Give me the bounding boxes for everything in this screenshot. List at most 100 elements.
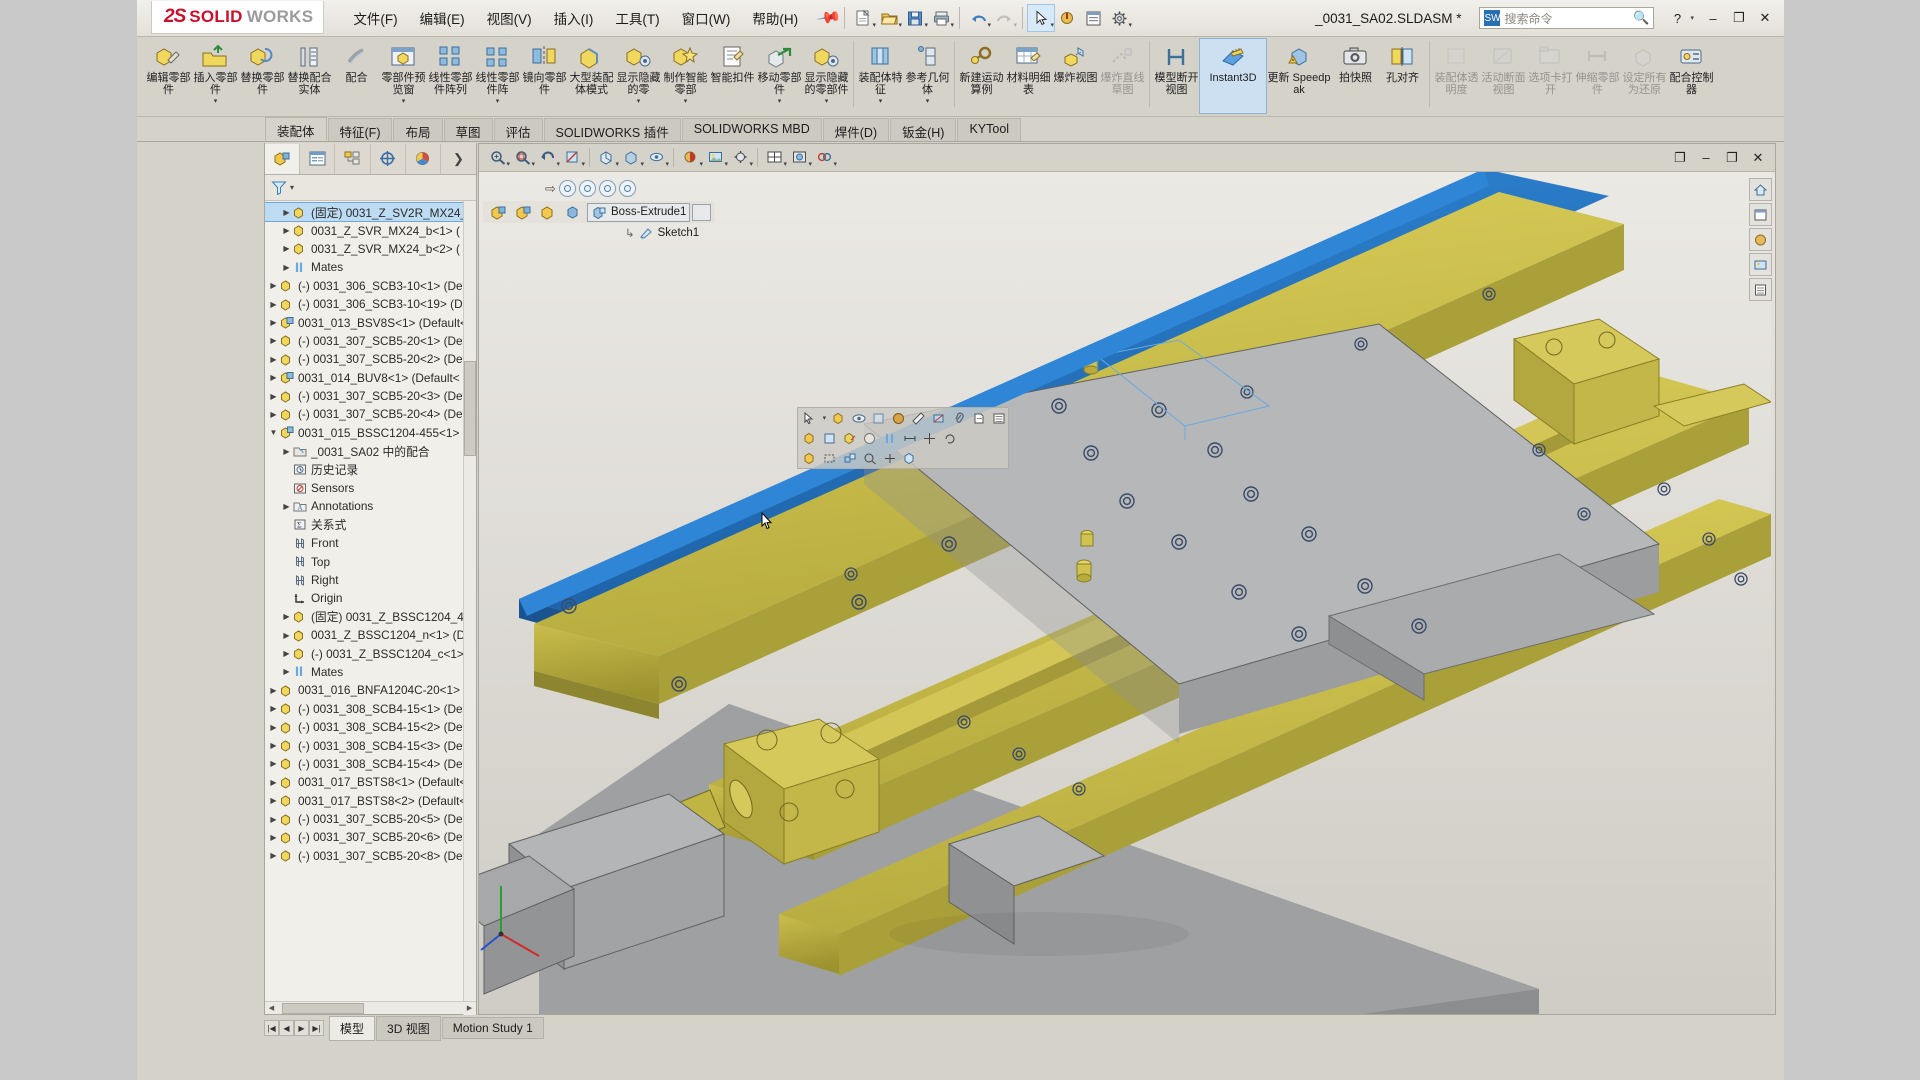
mate-button[interactable]: 配合 [333, 39, 380, 113]
menu-edit[interactable]: 编辑(E) [409, 4, 476, 32]
breadcrumb-sketch-row[interactable]: ↳ Sketch1 [625, 226, 699, 240]
chevron-right-icon[interactable]: ▶ [281, 226, 292, 235]
edit-component-button[interactable]: 编辑零部件 [145, 39, 192, 113]
dimension-icon[interactable] [900, 429, 919, 447]
chevron-right-icon[interactable]: ▶ [268, 723, 279, 732]
chevron-down-icon[interactable]: ▾ [926, 97, 930, 105]
list-icon[interactable] [989, 409, 1008, 427]
restore-down-button[interactable]: ❐ [1667, 147, 1693, 169]
tree-vertical-scrollbar[interactable] [463, 201, 476, 1015]
feature-tree[interactable]: ▶ (固定) 0031_Z_SV2R_MX24_ ▶ 0031_Z_SVR_MX24_… [265, 201, 476, 1014]
bc-component[interactable] [537, 204, 560, 221]
chevron-right-icon[interactable]: ▶ [268, 281, 279, 290]
redo-button[interactable]: ▾ [991, 5, 1017, 31]
options-button[interactable]: ▾ [1106, 5, 1132, 31]
menu-tools[interactable]: 工具(T) [604, 4, 670, 32]
zoom-to-fit-icon[interactable] [860, 449, 879, 467]
tree-item[interactable]: ▶ 0031_017_BSTS8<2> (Default< [265, 792, 476, 810]
print-button[interactable]: ▾ [928, 5, 954, 31]
context-toolbar[interactable]: ▾ [797, 407, 1009, 469]
chevron-down-icon[interactable]: ▾ [290, 183, 294, 192]
chevron-right-icon[interactable]: ▶ [268, 796, 279, 805]
dimxpert-manager-tab[interactable] [371, 143, 406, 174]
info-icon[interactable] [880, 449, 899, 467]
view-settings-button[interactable]: ▾ [728, 146, 753, 170]
chevron-down-icon[interactable]: ▼ [268, 428, 279, 437]
undo-button[interactable]: ▾ [965, 5, 991, 31]
hole-alignment-button[interactable]: 孔对齐 [1379, 39, 1426, 113]
command-tab-2[interactable]: 布局 [393, 118, 443, 141]
tree-item[interactable]: Sensors [265, 479, 476, 497]
configuration-manager-tab[interactable] [335, 143, 371, 174]
chevron-down-icon[interactable]: ▾ [496, 97, 500, 105]
mate-icon[interactable] [880, 429, 899, 447]
tree-item[interactable]: Σ 关系式 [265, 516, 476, 534]
tree-item[interactable]: ▶ (-) 0031_307_SCB5-20<8> (Def [265, 847, 476, 865]
tree-item[interactable]: Right [265, 571, 476, 589]
display-options-button[interactable] [1080, 5, 1106, 31]
chevron-right-icon[interactable]: ▶ [268, 741, 279, 750]
menu-file[interactable]: 文件(F) [342, 4, 408, 32]
show-hidden-components-button[interactable]: 显示隐藏的零 ▾ [615, 39, 662, 113]
tree-item[interactable]: ▶ (-) 0031_307_SCB5-20<3> (Def [265, 387, 476, 405]
panel-expand-button[interactable]: ❯ [441, 144, 476, 174]
component-props-icon[interactable] [800, 429, 819, 447]
open-part-icon[interactable] [820, 429, 839, 447]
component-preview-button[interactable]: 零部件预览窗 ▾ [380, 39, 427, 113]
scroll-right-arrow[interactable]: ▶ [463, 1002, 476, 1014]
section-icon[interactable] [929, 409, 948, 427]
bill-of-materials-button[interactable]: 材料明细表 [1005, 39, 1052, 113]
zoom-to-fit-button[interactable]: ▾ [485, 146, 510, 170]
bc-body[interactable] [562, 204, 585, 221]
tree-item[interactable]: ▶ (-) 0031_308_SCB4-15<3> (Def [265, 736, 476, 754]
move-component-button[interactable]: 移动零部件 ▾ [756, 39, 803, 113]
menu-view[interactable]: 视图(V) [476, 4, 543, 32]
tree-item[interactable]: ▶ 0031_Z_SVR_MX24_b<1> ( [265, 221, 476, 239]
coincident-mate-icon[interactable] [578, 180, 596, 197]
tree-item[interactable]: ▶ (-) 0031_306_SCB3-10<19> (De [265, 295, 476, 313]
menu-insert[interactable]: 插入(I) [543, 4, 605, 32]
properties-icon[interactable] [969, 409, 988, 427]
view-home-icon[interactable] [1749, 178, 1772, 201]
chevron-right-icon[interactable]: ▶ [268, 815, 279, 824]
fix-icon[interactable] [800, 449, 819, 467]
minimize-button[interactable]: – [1693, 147, 1719, 169]
tree-item[interactable]: ▶ 0031_017_BSTS8<1> (Default< [265, 773, 476, 791]
select-button[interactable]: ▾ [1027, 4, 1056, 32]
next-tab-button[interactable]: ▶ [294, 1020, 309, 1036]
large-assembly-mode-button[interactable]: 大型装配体模式 [568, 39, 615, 113]
tree-item[interactable]: ▶ (-) 0031_308_SCB4-15<4> (Def [265, 755, 476, 773]
first-tab-button[interactable]: |◀ [264, 1020, 279, 1036]
exploded-view-button[interactable]: 爆炸视图 [1052, 39, 1099, 113]
tree-hscroll-thumb[interactable] [282, 1002, 364, 1014]
chevron-right-icon[interactable]: ▶ [268, 392, 279, 401]
chevron-right-icon[interactable]: ▶ [268, 318, 279, 327]
chevron-right-icon[interactable]: ▶ [268, 373, 279, 382]
minimize-button[interactable]: – [1700, 7, 1726, 29]
chevron-right-icon[interactable]: ▶ [268, 410, 279, 419]
scroll-left-arrow[interactable]: ◀ [265, 1002, 278, 1014]
close-button[interactable]: ✕ [1752, 7, 1778, 29]
chevron-right-icon[interactable]: ▶ [268, 833, 279, 842]
tree-item[interactable]: Origin [265, 589, 476, 607]
tree-item[interactable]: ▶ (-) 0031_307_SCB5-20<6> (Def [265, 828, 476, 846]
chevron-right-icon[interactable]: ▶ [268, 759, 279, 768]
tree-item[interactable]: ▶ (-) 0031_306_SCB3-10<1> (Def [265, 277, 476, 295]
maximize-button[interactable]: ❐ [1719, 147, 1745, 169]
tree-item[interactable]: ▶ (-) 0031_307_SCB5-20<1> (Def [265, 332, 476, 350]
reference-geometry-button[interactable]: 参考几何体 ▾ [904, 39, 951, 113]
tree-item[interactable]: ▶ 0031_Z_SVR_MX24_b<2> ( [265, 240, 476, 258]
tree-item[interactable]: ▶ A Annotations [265, 497, 476, 515]
bc-feature[interactable]: Boss-Extrude1 [587, 202, 691, 222]
view-orientation-button[interactable]: ▾ [594, 146, 619, 170]
section-view-button[interactable]: ▾ [560, 146, 585, 170]
prev-tab-button[interactable]: ◀ [279, 1020, 294, 1036]
chevron-down-icon[interactable]: ▾ [1690, 14, 1694, 22]
viewport-button[interactable]: ▾ [762, 146, 787, 170]
chevron-down-icon[interactable]: ▾ [581, 160, 585, 168]
tree-item[interactable]: ▶ (固定) 0031_Z_BSSC1204_45 [265, 608, 476, 626]
apply-scene-button[interactable]: ▾ [703, 146, 728, 170]
help-button[interactable]: ? [1664, 7, 1690, 29]
tree-item[interactable]: ▶ 0031_014_BUV8<1> (Default< [265, 369, 476, 387]
maximize-button[interactable]: ❐ [1726, 7, 1752, 29]
